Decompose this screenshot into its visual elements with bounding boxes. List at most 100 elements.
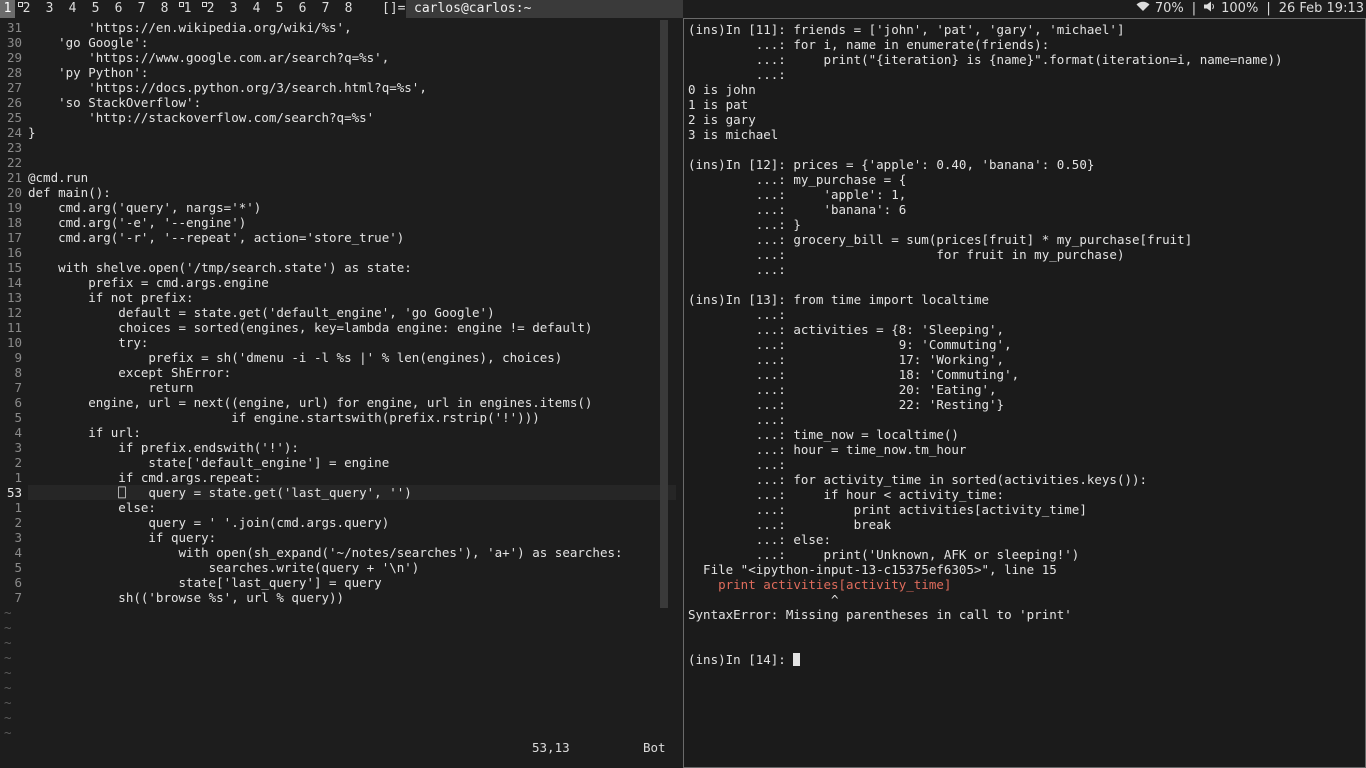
code-text: with open(sh_expand('~/notes/searches'),… [28,545,623,560]
terminal-text: ...: grocery_bill = sum(prices[fruit] * … [688,232,1193,247]
wifi-strength: 70% [1154,1,1184,16]
terminal-text: ...: [688,67,786,82]
workspace-tag[interactable]: 2 [199,0,222,18]
ipython-terminal-pane[interactable]: (ins)In [11]: friends = ['john', 'pat', … [683,18,1366,768]
workspace-tag[interactable]: 3 [38,0,61,18]
code-line[interactable]: 5 if engine.startswith(prefix.rstrip('!'… [0,410,676,425]
code-line[interactable]: 6 engine, url = next((engine, url) for e… [0,395,676,410]
workspace-tag[interactable]: 4 [61,0,84,18]
terminal-cursor[interactable] [793,653,801,666]
code-text: cmd.arg('-e', '--engine') [28,215,247,230]
code-line[interactable]: 28 'py Python': [0,65,676,80]
vim-scrollbar[interactable] [660,20,668,608]
vim-buffer[interactable]: 31 'https://en.wikipedia.org/wiki/%s', 30… [0,20,676,740]
code-line[interactable]: 30 'go Google': [0,35,676,50]
terminal-line: ...: [688,307,1283,322]
code-line[interactable]: 7 sh(('browse %s', url % query)) [0,590,676,605]
terminal-text: ...: 'banana': 6 [688,202,907,217]
code-line[interactable]: 26 'so StackOverflow': [0,95,676,110]
line-number: 14 [6,275,22,290]
code-line[interactable]: 8 except ShError: [0,365,676,380]
terminal-line: 0 is john [688,82,1283,97]
code-text: 'https://docs.python.org/3/search.html?q… [28,80,427,95]
terminal-line: ...: for i, name in enumerate(friends): [688,37,1283,52]
workspace-tag[interactable]: 7 [314,0,337,18]
workspace-tag[interactable]: 5 [268,0,291,18]
line-number: 6 [14,395,22,410]
line-number: 2 [14,515,22,530]
code-text: if not prefix: [28,290,194,305]
line-number: 17 [6,230,22,245]
workspace-tag[interactable]: 6 [107,0,130,18]
terminal-line: ...: print("{iteration} is {name}".forma… [688,52,1283,67]
code-line[interactable]: 13 if not prefix: [0,290,676,305]
workspace-tag[interactable]: 6 [291,0,314,18]
code-line[interactable]: 12 default = state.get('default_engine',… [0,305,676,320]
empty-buffer-line: ~ [0,650,676,665]
code-line[interactable]: 14 prefix = cmd.args.engine [0,275,676,290]
terminal-text: ...: time_now = localtime() [688,427,959,442]
terminal-text: ...: 17: 'Working', [688,352,1005,367]
code-line[interactable]: 11 choices = sorted(engines, key=lambda … [0,320,676,335]
code-line[interactable]: 4 if url: [0,425,676,440]
terminal-line: ...: for activity_time in sorted(activit… [688,472,1283,487]
terminal-line: ...: 'apple': 1, [688,187,1283,202]
error-message: SyntaxError: Missing parentheses in call… [688,607,1283,622]
code-line[interactable]: 4 with open(sh_expand('~/notes/searches'… [0,545,676,560]
code-line[interactable]: 27 'https://docs.python.org/3/search.htm… [0,80,676,95]
code-line[interactable]: 3 if prefix.endswith('!'): [0,440,676,455]
code-line[interactable]: 22 [0,155,676,170]
workspace-tag[interactable]: 3 [222,0,245,18]
terminal-line: ...: print('Unknown, AFK or sleeping!') [688,547,1283,562]
terminal-line: ...: 17: 'Working', [688,352,1283,367]
code-line[interactable]: 16 [0,245,676,260]
ipython-output[interactable]: (ins)In [11]: friends = ['john', 'pat', … [688,22,1283,667]
terminal-line: ...: break [688,517,1283,532]
code-line[interactable]: 29 'https://www.google.com.ar/search?q=%… [0,50,676,65]
code-line[interactable]: 53 ⎕ query = state.get('last_query', '') [0,485,676,500]
terminal-line: ...: [688,412,1283,427]
code-line[interactable]: 18 cmd.arg('-e', '--engine') [0,215,676,230]
workspace-tag[interactable]: 5 [84,0,107,18]
code-line[interactable]: 9 prefix = sh('dmenu -i -l %s |' % len(e… [0,350,676,365]
workspace-tag[interactable]: 2 [15,0,38,18]
layout-indicator[interactable]: []= [378,0,409,18]
code-text: prefix = cmd.args.engine [28,275,269,290]
code-line[interactable]: 31 'https://en.wikipedia.org/wiki/%s', [0,20,676,35]
code-line[interactable]: 15 with shelve.open('/tmp/search.state')… [0,260,676,275]
line-number: 31 [6,20,22,35]
code-line[interactable]: 23 [0,140,676,155]
code-line[interactable]: 21 @cmd.run [0,170,676,185]
line-number: 53 [6,485,22,500]
code-line[interactable]: 2 query = ' '.join(cmd.args.query) [0,515,676,530]
workspace-tag[interactable]: 4 [245,0,268,18]
line-number: 1 [14,500,22,515]
workspace-tag[interactable]: 1 [176,0,199,18]
terminal-line: ...: else: [688,532,1283,547]
workspace-tag[interactable]: 7 [130,0,153,18]
code-line[interactable]: 3 if query: [0,530,676,545]
tilde-marker: ~ [4,620,12,635]
code-line[interactable]: 25 'http://stackoverflow.com/search?q=%s… [0,110,676,125]
code-line[interactable]: 10 try: [0,335,676,350]
code-text: if query: [28,530,217,545]
code-line[interactable]: 20 def main(): [0,185,676,200]
code-line[interactable]: 19 cmd.arg('query', nargs='*') [0,200,676,215]
code-text: cmd.arg('query', nargs='*') [28,200,262,215]
code-line[interactable]: 24} [0,125,676,140]
code-line[interactable]: 7 return [0,380,676,395]
workspace-tag[interactable]: 8 [337,0,360,18]
ipython-prompt[interactable]: (ins)In [14]: [688,652,1283,667]
code-line[interactable]: 2 state['default_engine'] = engine [0,455,676,470]
code-line[interactable]: 17 cmd.arg('-r', '--repeat', action='sto… [0,230,676,245]
workspace-tag[interactable]: 1 [0,0,15,18]
code-line[interactable]: 5 searches.write(query + '\n') [0,560,676,575]
terminal-line: ...: for fruit in my_purchase) [688,247,1283,262]
terminal-text: (ins)In [12]: prices = {'apple': 0.40, '… [688,157,1095,172]
code-line[interactable]: 1 else: [0,500,676,515]
code-line[interactable]: 6 state['last_query'] = query [0,575,676,590]
code-text: query = ' '.join(cmd.args.query) [28,515,390,530]
workspace-tag[interactable]: 8 [153,0,176,18]
code-line[interactable]: 1 if cmd.args.repeat: [0,470,676,485]
vim-editor-pane[interactable]: 31 'https://en.wikipedia.org/wiki/%s', 30… [0,18,683,768]
